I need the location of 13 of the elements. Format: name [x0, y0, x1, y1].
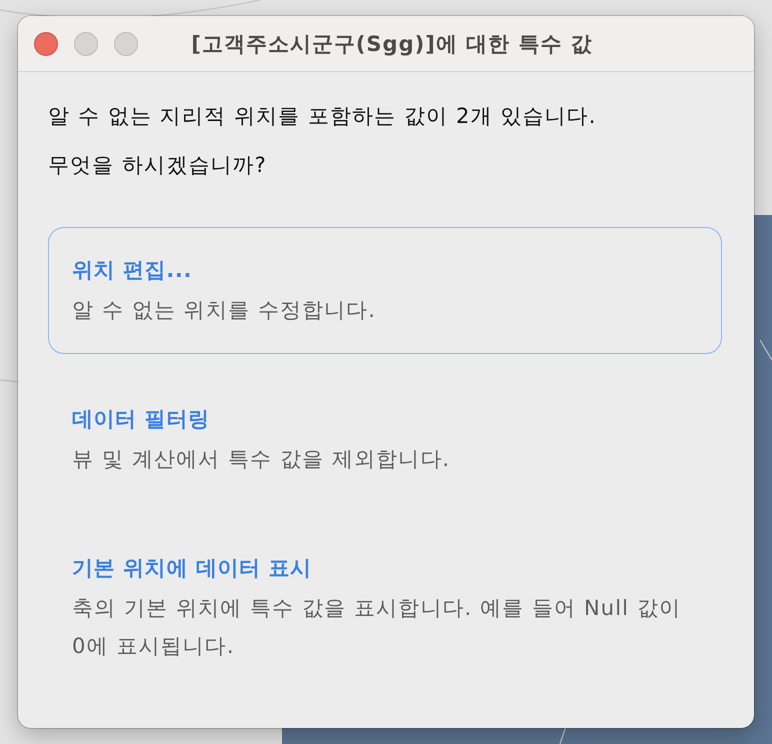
option-card[interactable]: 위치 편집... 알 수 없는 위치를 수정합니다.: [48, 227, 722, 354]
message-text: 알 수 없는 지리적 위치를 포함하는 값이 2개 있습니다.: [48, 103, 598, 130]
option-card[interactable]: 데이터 필터링 뷰 및 계산에서 특수 값을 제외합니다.: [48, 376, 722, 503]
option-description: 뷰 및 계산에서 특수 값을 제외합니다.: [72, 446, 450, 473]
window-title: [고객주소시군구(Sgg)]에 대한 특수 값: [190, 30, 593, 58]
option-description: 축의 기본 위치에 특수 값을 표시합니다. 예를 들어 Null 값이 0에 표시됩니다.: [72, 595, 682, 660]
option-title: 위치 편집...: [72, 257, 192, 284]
option-title: 데이터 필터링: [72, 406, 210, 433]
option-title: 기본 위치에 데이터 표시: [72, 555, 312, 582]
option-card[interactable]: 기본 위치에 데이터 표시 축의 기본 위치에 특수 값을 표시합니다. 예를 들어 Null 값이 0에 표시됩니다.: [48, 525, 722, 690]
question-text: 무엇을 하시겠습니까?: [48, 152, 268, 179]
close-icon[interactable]: [34, 32, 58, 56]
option-description: 알 수 없는 위치를 수정합니다.: [72, 297, 376, 324]
